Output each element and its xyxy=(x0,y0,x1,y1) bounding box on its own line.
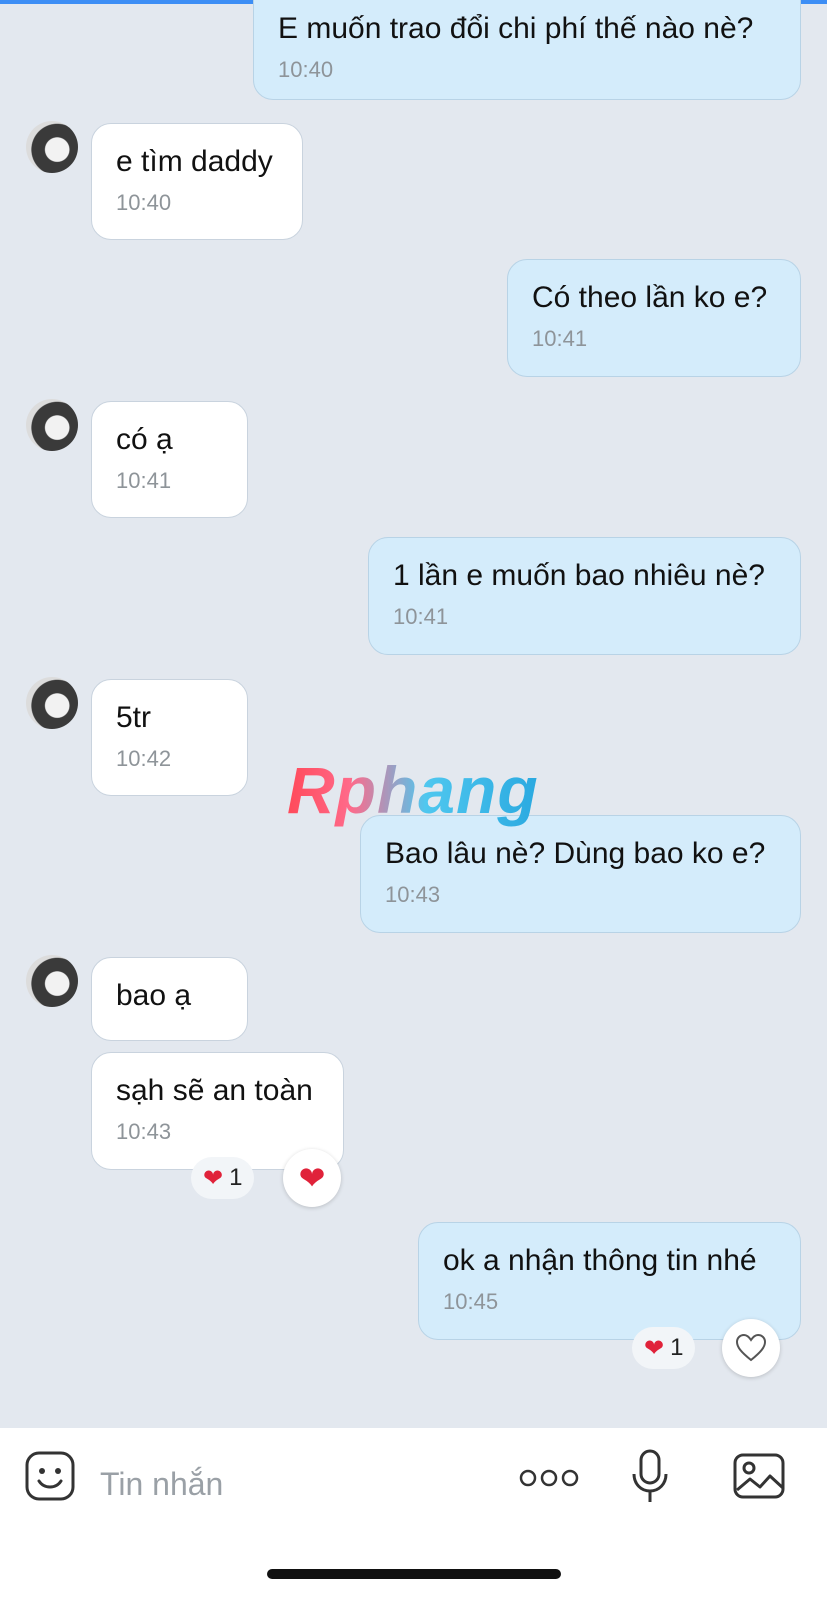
reaction-count: 1 xyxy=(670,1334,684,1361)
message-time: 10:43 xyxy=(385,882,441,907)
message-time: 10:41 xyxy=(393,604,449,629)
contact-avatar[interactable] xyxy=(26,955,78,1007)
message-input[interactable]: Tin nhắn xyxy=(100,1466,223,1503)
heart-icon: ❤ xyxy=(644,1334,665,1362)
message-text: Bao lâu nè? Dùng bao ko e? xyxy=(385,837,766,870)
message-time: 10:45 xyxy=(443,1289,499,1314)
outgoing-message[interactable]: Bao lâu nè? Dùng bao ko e? 10:43 xyxy=(360,815,801,933)
heart-outline-icon xyxy=(735,1333,767,1362)
incoming-message[interactable]: có ạ 10:41 xyxy=(91,401,248,518)
heart-icon: ❤ xyxy=(203,1164,224,1192)
microphone-icon[interactable] xyxy=(630,1448,670,1511)
message-composer: Tin nhắn xyxy=(0,1428,827,1600)
more-icon[interactable] xyxy=(518,1466,580,1495)
heart-reaction-button[interactable]: ❤ xyxy=(283,1149,341,1207)
outgoing-message[interactable]: 1 lần e muốn bao nhiêu nè? 10:41 xyxy=(368,537,801,655)
message-text: 5tr xyxy=(116,701,152,734)
message-text: sạh sẽ an toàn xyxy=(116,1074,313,1107)
heart-reaction-button[interactable] xyxy=(722,1319,780,1377)
message-text: e tìm daddy xyxy=(116,145,273,178)
message-time: 10:41 xyxy=(116,468,172,493)
incoming-message[interactable]: e tìm daddy 10:40 xyxy=(91,123,303,240)
message-text: có ạ xyxy=(116,423,173,456)
incoming-message[interactable]: bao ạ xyxy=(91,957,248,1041)
sticker-icon[interactable] xyxy=(24,1450,76,1507)
message-text: bao ạ xyxy=(116,979,192,1012)
message-text: ok a nhận thông tin nhé xyxy=(443,1244,757,1277)
home-indicator xyxy=(267,1569,561,1579)
message-time: 10:41 xyxy=(532,326,588,351)
contact-avatar[interactable] xyxy=(26,121,78,173)
contact-avatar[interactable] xyxy=(26,399,78,451)
message-time: 10:40 xyxy=(116,190,172,215)
outgoing-message[interactable]: E muốn trao đổi chi phí thế nào nè? 10:4… xyxy=(253,0,801,100)
reaction-summary[interactable]: ❤ 1 xyxy=(191,1157,255,1199)
chat-thread[interactable]: E muốn trao đổi chi phí thế nào nè? 10:4… xyxy=(0,0,827,1428)
image-icon[interactable] xyxy=(732,1452,786,1505)
incoming-message[interactable]: 5tr 10:42 xyxy=(91,679,248,796)
watermark-logo: Rphang xyxy=(287,753,539,827)
message-time: 10:43 xyxy=(116,1119,172,1144)
heart-icon: ❤ xyxy=(298,1160,326,1196)
reaction-summary[interactable]: ❤ 1 xyxy=(632,1327,696,1369)
outgoing-message[interactable]: Có theo lần ko e? 10:41 xyxy=(507,259,801,377)
message-text: Có theo lần ko e? xyxy=(532,281,768,314)
message-time: 10:42 xyxy=(116,746,172,771)
reaction-count: 1 xyxy=(229,1164,243,1191)
contact-avatar[interactable] xyxy=(26,677,78,729)
message-text: 1 lần e muốn bao nhiêu nè? xyxy=(393,559,765,592)
message-time: 10:40 xyxy=(278,57,334,82)
message-text: E muốn trao đổi chi phí thế nào nè? xyxy=(278,12,754,45)
